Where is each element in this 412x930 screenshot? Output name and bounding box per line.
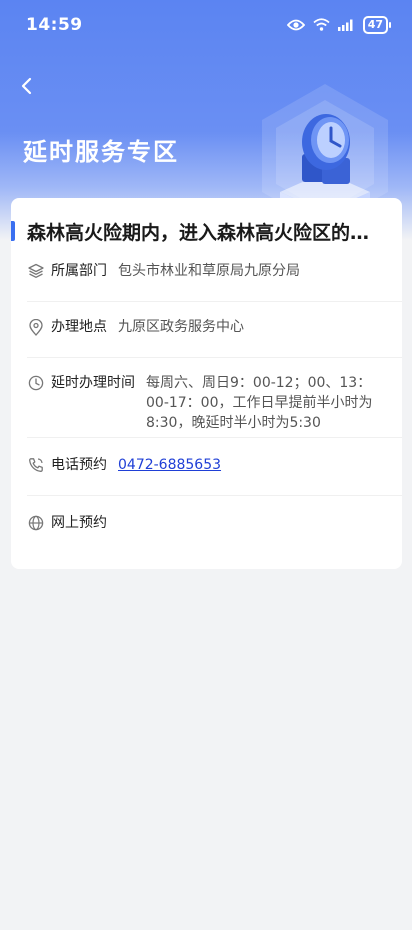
back-button[interactable] (14, 74, 38, 98)
phone-number-link[interactable]: 0472-6885653 (118, 455, 221, 475)
signal-icon (337, 16, 355, 35)
status-icons: 47 (286, 16, 392, 35)
clock-icon (27, 374, 45, 392)
status-bar: 14:59 47 (0, 0, 412, 50)
service-card: 森林高火险期内，进入森林高火险区的审批 所属部门 包头市林业和草原局九原分局 办… (11, 198, 402, 569)
globe-icon (27, 514, 45, 532)
row-online-booking[interactable]: 网上预约 (27, 512, 402, 552)
location-label: 办理地点 (51, 319, 107, 335)
row-location: 办理地点 九原区政务服务中心 (27, 316, 402, 358)
department-value: 包头市林业和草原局九原分局 (118, 263, 300, 279)
chevron-left-icon (21, 77, 32, 95)
department-label: 所属部门 (51, 263, 107, 279)
layers-icon (27, 262, 45, 280)
hours-label: 延时办理时间 (51, 375, 135, 391)
phone-label: 电话预约 (51, 457, 107, 473)
card-title: 森林高火险期内，进入森林高火险区的审批 (11, 218, 402, 244)
location-pin-icon (27, 318, 45, 336)
battery-icon: 47 (362, 16, 392, 34)
wifi-icon (313, 16, 330, 35)
title-accent-bar (11, 221, 15, 241)
eye-icon (286, 16, 305, 35)
row-department: 所属部门 包头市林业和草原局九原分局 (27, 260, 402, 302)
phone-icon (27, 456, 45, 474)
location-value: 九原区政务服务中心 (118, 319, 244, 335)
status-time: 14:59 (26, 15, 83, 35)
service-title: 森林高火险期内，进入森林高火险区的审批 (27, 221, 387, 244)
online-booking-label: 网上预约 (51, 515, 107, 531)
page-title: 延时服务专区 (23, 138, 179, 166)
row-phone: 电话预约 0472-6885653 (27, 454, 402, 496)
hours-value: 每周六、周日9：00-12；00、13：00-17：00，工作日早提前半小时为8… (146, 375, 373, 431)
row-extended-hours: 延时办理时间 每周六、周日9：00-12；00、13：00-17：00，工作日早… (27, 372, 402, 438)
